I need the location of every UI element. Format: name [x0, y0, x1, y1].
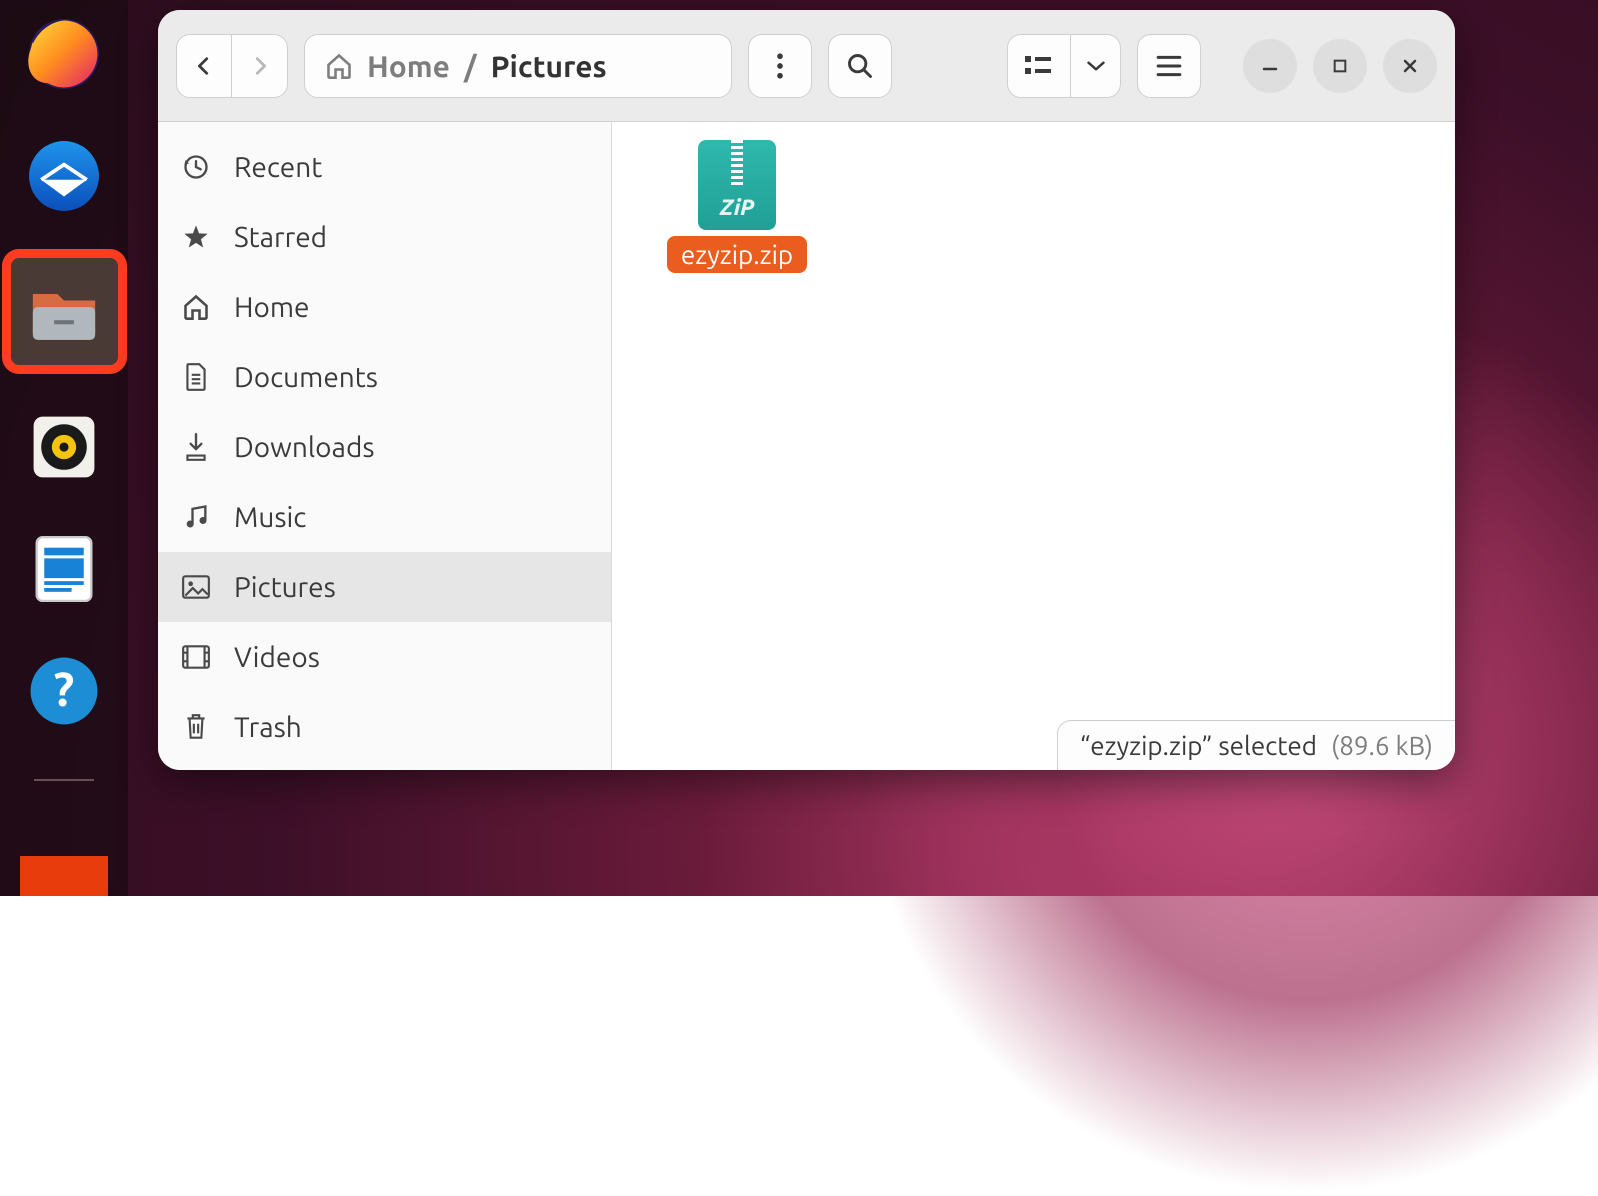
sidebar-item-label: Downloads	[234, 432, 374, 463]
pictures-icon	[180, 571, 212, 603]
files-window: Home / Pictures	[158, 10, 1455, 770]
dock-item-help[interactable]: ?	[20, 647, 108, 735]
hamburger-menu-button[interactable]	[1137, 34, 1201, 98]
list-view-icon	[1025, 54, 1053, 78]
dock-item-libreoffice-writer[interactable]	[20, 525, 108, 613]
zip-badge-label: ZiP	[719, 195, 754, 220]
zip-archive-icon: ZiP	[698, 140, 776, 230]
sidebar-item-downloads[interactable]: Downloads	[158, 412, 611, 482]
trash-icon	[180, 711, 212, 743]
sidebar-item-music[interactable]: Music	[158, 482, 611, 552]
search-icon	[846, 52, 874, 80]
close-button[interactable]	[1383, 39, 1437, 93]
chevron-right-icon	[249, 55, 271, 77]
firefox-icon	[26, 16, 102, 92]
window-body: Recent Starred Home Documents Downloads …	[158, 122, 1455, 770]
view-group	[1007, 34, 1121, 98]
sidebar-item-starred[interactable]: Starred	[158, 202, 611, 272]
dock-item-files[interactable]	[7, 254, 122, 369]
sidebar-item-recent[interactable]: Recent	[158, 132, 611, 202]
recent-icon	[180, 151, 212, 183]
statusbar: “ezyzip.zip” selected (89.6 kB)	[1057, 720, 1455, 770]
chevron-down-icon	[1086, 59, 1106, 73]
sidebar-item-label: Videos	[234, 642, 320, 673]
thunderbird-icon	[26, 138, 102, 214]
back-button[interactable]	[176, 34, 232, 98]
dock-item-thunderbird[interactable]	[20, 132, 108, 220]
titlebar: Home / Pictures	[158, 10, 1455, 122]
sidebar-item-label: Home	[234, 292, 310, 323]
sidebar-item-pictures[interactable]: Pictures	[158, 552, 611, 622]
more-vert-icon	[776, 53, 784, 79]
search-button[interactable]	[828, 34, 892, 98]
sidebar-item-label: Trash	[234, 712, 302, 743]
breadcrumb-separator: /	[464, 49, 477, 83]
videos-icon	[180, 641, 212, 673]
sidebar-item-label: Starred	[234, 222, 327, 253]
file-item[interactable]: ZiP ezyzip.zip	[662, 140, 812, 273]
dock-item-partial[interactable]	[20, 856, 108, 896]
svg-text:?: ?	[54, 662, 75, 715]
music-icon	[180, 501, 212, 533]
sidebar-item-videos[interactable]: Videos	[158, 622, 611, 692]
sidebar-item-label: Pictures	[234, 572, 336, 603]
sidebar-item-home[interactable]: Home	[158, 272, 611, 342]
sidebar-item-documents[interactable]: Documents	[158, 342, 611, 412]
sidebar: Recent Starred Home Documents Downloads …	[158, 122, 612, 770]
home-icon	[325, 52, 353, 80]
content-area[interactable]: ZiP ezyzip.zip “ezyzip.zip” selected (89…	[612, 122, 1455, 770]
view-toggle-button[interactable]	[1007, 34, 1071, 98]
star-icon	[180, 221, 212, 253]
forward-button[interactable]	[232, 34, 288, 98]
document-icon	[26, 531, 102, 607]
close-icon	[1401, 57, 1419, 75]
view-options-button[interactable]	[1071, 34, 1121, 98]
document-icon	[180, 361, 212, 393]
maximize-button[interactable]	[1313, 39, 1367, 93]
file-label: ezyzip.zip	[667, 236, 807, 273]
breadcrumb-current: Pictures	[491, 49, 607, 83]
nav-group	[176, 34, 288, 98]
minimize-icon	[1261, 57, 1279, 75]
speaker-icon	[26, 409, 102, 485]
sidebar-item-label: Music	[234, 502, 306, 533]
path-menu-button[interactable]	[748, 34, 812, 98]
sidebar-item-trash[interactable]: Trash	[158, 692, 611, 762]
status-text: “ezyzip.zip” selected	[1080, 731, 1317, 760]
hamburger-icon	[1156, 55, 1182, 77]
sidebar-item-label: Recent	[234, 152, 322, 183]
maximize-icon	[1332, 58, 1348, 74]
download-icon	[180, 431, 212, 463]
home-icon	[180, 291, 212, 323]
help-icon: ?	[26, 653, 102, 729]
sidebar-item-label: Documents	[234, 362, 378, 393]
breadcrumb[interactable]: Home / Pictures	[304, 34, 732, 98]
dock-item-rhythmbox[interactable]	[20, 403, 108, 491]
breadcrumb-parent: Home	[367, 49, 450, 83]
dock-separator	[34, 779, 94, 781]
dock-item-firefox[interactable]	[20, 10, 108, 98]
files-icon	[23, 271, 105, 353]
minimize-button[interactable]	[1243, 39, 1297, 93]
chevron-left-icon	[193, 55, 215, 77]
status-size: (89.6 kB)	[1331, 731, 1433, 760]
dock: ?	[0, 0, 128, 896]
